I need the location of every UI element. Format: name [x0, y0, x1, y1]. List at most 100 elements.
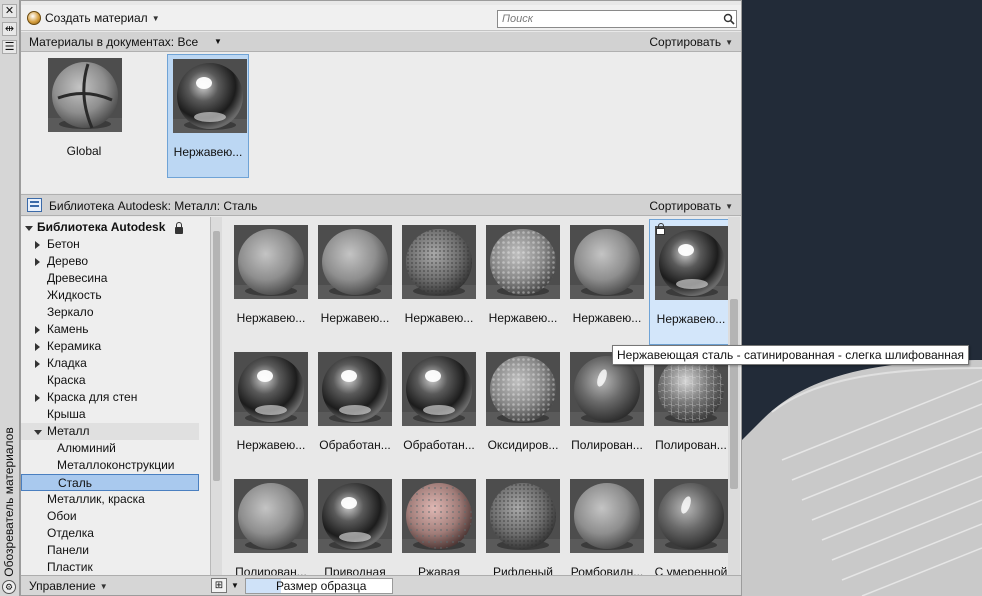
expand-arrow-icon[interactable] — [35, 394, 40, 402]
tree-item-label: Обои — [47, 509, 77, 523]
tree-item[interactable]: Библиотека Autodesk — [21, 219, 199, 236]
material-label: Оксидиров... — [487, 438, 559, 452]
tree-item[interactable]: Алюминий — [21, 440, 199, 457]
material-swatch — [318, 225, 392, 299]
view-mode-icon[interactable]: ⊞ — [211, 578, 227, 593]
settings-icon[interactable]: ⚙ — [2, 580, 16, 594]
expand-arrow-icon[interactable] — [35, 343, 40, 351]
library-path-label: Библиотека Autodesk: Металл: Сталь — [49, 199, 258, 213]
material-tile[interactable]: Рифленый — [481, 473, 565, 575]
material-tile[interactable]: Нержавею... — [313, 219, 397, 345]
tree-item[interactable]: Пластик — [21, 559, 199, 575]
expand-arrow-icon[interactable] — [35, 258, 40, 266]
material-tile[interactable]: Обработан... — [313, 346, 397, 472]
material-swatch — [402, 225, 476, 299]
tree-item-label: Металл — [47, 424, 90, 438]
collapse-arrow-icon[interactable] — [34, 430, 42, 435]
material-tile[interactable]: Нержавею... — [565, 219, 649, 345]
document-material-tile[interactable]: Нержавею... — [167, 54, 249, 178]
chevron-down-icon: ▼ — [151, 13, 160, 23]
material-tile[interactable]: Нержавею... — [397, 219, 481, 345]
material-tooltip: Нержавеющая сталь - сатинированная - сле… — [612, 345, 970, 365]
properties-menu-icon[interactable]: ☰ — [2, 40, 17, 54]
drawing-viewport[interactable] — [742, 0, 982, 596]
tree-item-label: Камень — [47, 322, 89, 336]
tree-item-label: Жидкость — [47, 288, 102, 302]
search-input[interactable] — [497, 10, 737, 28]
thumbnail-size-label: Размер образца — [276, 579, 367, 593]
chevron-down-icon: ▼ — [99, 581, 108, 591]
material-tile[interactable]: Нержавею... — [649, 219, 728, 345]
close-icon[interactable]: ✕ — [2, 4, 17, 18]
material-tile[interactable]: Нержавею... — [229, 346, 313, 472]
manage-label: Управление — [29, 579, 96, 593]
create-material-button[interactable]: Создать материал ▼ — [27, 9, 160, 27]
material-tile[interactable]: Полирован... — [229, 473, 313, 575]
doc-sort-button[interactable]: Сортировать ▼ — [649, 35, 733, 49]
tree-scrollbar[interactable] — [211, 217, 222, 575]
document-material-tile[interactable]: Global — [43, 54, 125, 178]
lock-icon — [175, 222, 183, 234]
material-label: Полирован... — [235, 565, 307, 575]
tree-item[interactable]: Металлик, краска — [21, 491, 199, 508]
expand-arrow-icon[interactable] — [35, 360, 40, 368]
material-swatch — [486, 352, 560, 426]
document-materials-area: Global Нержавею... — [21, 52, 741, 193]
expand-arrow-icon[interactable] — [35, 241, 40, 249]
library-sort-button[interactable]: Сортировать ▼ — [649, 199, 733, 213]
grid-scrollbar[interactable] — [728, 217, 740, 575]
tree-item[interactable]: Краска для стен — [21, 389, 199, 406]
material-tile[interactable]: Ромбовидн... — [565, 473, 649, 575]
tree-item[interactable]: Сталь — [21, 474, 199, 491]
chevron-down-icon[interactable]: ▼ — [214, 37, 222, 46]
tree-item[interactable]: Панели — [21, 542, 199, 559]
tree-item[interactable]: Камень — [21, 321, 199, 338]
tree-item[interactable]: Бетон — [21, 236, 199, 253]
tree-item[interactable]: Древесина — [21, 270, 199, 287]
create-material-icon — [27, 11, 41, 25]
tree-scroll-thumb[interactable] — [213, 231, 220, 481]
material-tile[interactable]: Оксидиров... — [481, 346, 565, 472]
tree-item[interactable]: Металлоконструкции — [21, 457, 199, 474]
library-tree: Библиотека Autodesk Бетон Дерево Древесина Ж… — [21, 217, 211, 575]
material-label: Обработан... — [403, 438, 475, 452]
tree-item[interactable]: Дерево — [21, 253, 199, 270]
chevron-down-icon[interactable]: ▼ — [231, 581, 239, 590]
tree-item[interactable]: Зеркало — [21, 304, 199, 321]
tree-item[interactable]: Кладка — [21, 355, 199, 372]
document-filter-label[interactable]: Материалы в документах: Все — [29, 35, 198, 49]
material-tile[interactable]: Обработан... — [397, 346, 481, 472]
tree-item[interactable]: Жидкость — [21, 287, 199, 304]
material-tile[interactable]: С умеренной — [649, 473, 728, 575]
viewport-geometry — [742, 360, 982, 596]
material-tile[interactable]: Приводная — [313, 473, 397, 575]
tree-item[interactable]: Металл — [21, 423, 199, 440]
tree-item[interactable]: Краска — [21, 372, 199, 389]
tree-item-label: Металлик, краска — [47, 492, 145, 506]
tree-item[interactable]: Отделка — [21, 525, 199, 542]
collapse-arrow-icon[interactable] — [25, 226, 33, 231]
tree-item-label: Пластик — [47, 560, 93, 574]
material-tile[interactable]: Ржавая — [397, 473, 481, 575]
toolbar: Создать материал ▼ — [21, 5, 741, 31]
lock-icon — [656, 223, 665, 235]
library-bar: Библиотека Autodesk: Металл: Сталь Сорти… — [21, 194, 741, 216]
expand-arrow-icon[interactable] — [35, 326, 40, 334]
material-label: Полирован... — [571, 438, 643, 452]
material-swatch — [486, 225, 560, 299]
material-swatch — [570, 225, 644, 299]
tree-item[interactable]: Крыша — [21, 406, 199, 423]
tree-item[interactable]: Керамика — [21, 338, 199, 355]
material-label: Нержавею... — [488, 311, 558, 325]
palette-title-strip: ✕ ⇹ ☰ Обозреватель материалов ⚙ — [0, 0, 20, 596]
tree-item[interactable]: Обои — [21, 508, 199, 525]
search-icon[interactable] — [723, 13, 735, 25]
manage-button[interactable]: Управление ▼ — [29, 579, 108, 593]
tree-item-label: Сталь — [58, 476, 92, 490]
material-tile[interactable]: Нержавею... — [229, 219, 313, 345]
autohide-icon[interactable]: ⇹ — [2, 22, 17, 36]
grid-scroll-thumb[interactable] — [730, 299, 738, 489]
material-tile[interactable]: Нержавею... — [481, 219, 565, 345]
library-list-icon[interactable] — [27, 198, 42, 212]
thumbnail-size-slider[interactable]: Размер образца — [245, 578, 393, 594]
